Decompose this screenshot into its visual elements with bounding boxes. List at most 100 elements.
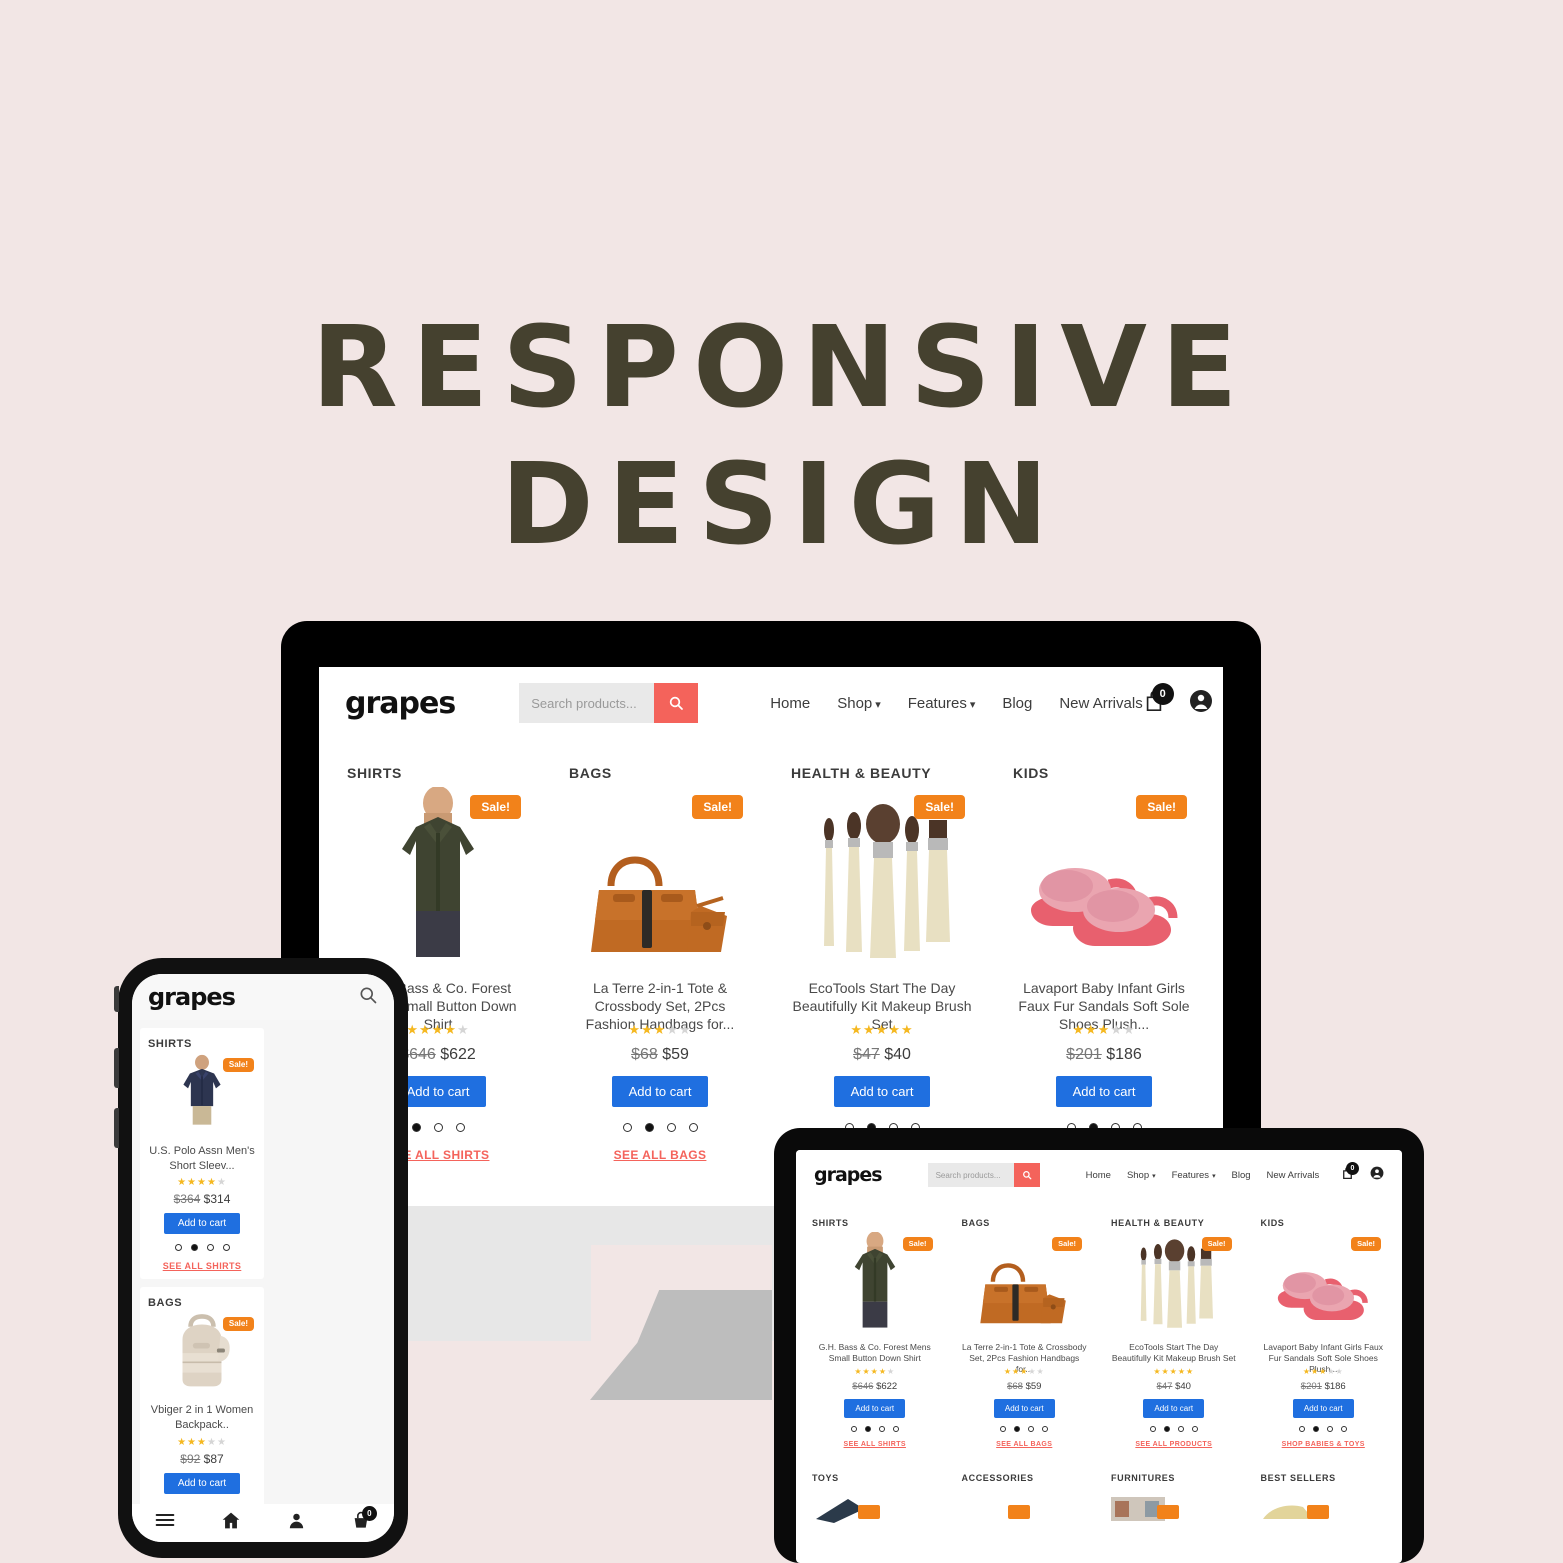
carousel-dots[interactable] [1299, 1426, 1348, 1432]
carousel-dot[interactable] [1149, 1426, 1156, 1432]
nav-item-features[interactable]: Features ▾ [908, 695, 976, 712]
product-card[interactable]: KIDS Sale! Lavaport Baby Infant Girls Fa… [1252, 1208, 1394, 1455]
category-card[interactable]: BEST SELLERS [1252, 1463, 1394, 1533]
brand-logo[interactable]: grapes [345, 686, 456, 721]
carousel-dots[interactable] [1000, 1426, 1049, 1432]
shopping-bag-icon[interactable]: 0 [1143, 682, 1174, 718]
phone-mute-button[interactable] [114, 986, 119, 1012]
carousel-dot[interactable] [222, 1244, 230, 1252]
nav-item-shop[interactable]: Shop ▾ [1127, 1170, 1156, 1181]
add-to-cart-button[interactable]: Add to cart [1292, 1399, 1354, 1418]
carousel-dot[interactable] [1177, 1426, 1184, 1432]
carousel-dot[interactable] [878, 1426, 885, 1432]
carousel-dot[interactable] [1042, 1426, 1049, 1432]
carousel-dot[interactable] [174, 1244, 182, 1252]
carousel-dot[interactable] [622, 1123, 632, 1132]
user-account-icon[interactable] [1370, 1166, 1384, 1185]
carousel-dot[interactable] [190, 1244, 198, 1252]
category-card[interactable]: TOYS [804, 1463, 946, 1533]
carousel-dot[interactable] [850, 1426, 857, 1432]
product-card[interactable]: BAGS Sale! La Terre 2-in-1 Tote & Crossb… [555, 749, 765, 1172]
search-input[interactable]: Search products... [927, 1163, 1014, 1187]
search-icon[interactable] [654, 683, 699, 723]
product-card[interactable]: KIDS Sale! Lavaport Baby Infant Girls Fa… [999, 749, 1209, 1172]
product-image: Sale! [1013, 787, 1195, 972]
category-card[interactable]: ACCESSORIES [953, 1463, 1095, 1533]
carousel-dot[interactable] [433, 1123, 443, 1132]
category-label: HEALTH & BEAUTY [791, 765, 932, 781]
add-to-cart-button[interactable]: Add to cart [844, 1399, 906, 1418]
add-to-cart-button[interactable]: Add to cart [993, 1399, 1055, 1418]
phone-volume-down-button[interactable] [114, 1108, 119, 1148]
chevron-down-icon: ▾ [1152, 1172, 1156, 1180]
user-icon[interactable] [288, 1511, 305, 1536]
nav-item-new-arrivals[interactable]: New Arrivals [1267, 1170, 1320, 1181]
see-all-link[interactable]: SEE ALL SHIRTS [163, 1261, 242, 1271]
carousel-dots[interactable] [411, 1123, 465, 1132]
carousel-dot[interactable] [1028, 1426, 1035, 1432]
cart-icon[interactable]: 0 [351, 1505, 377, 1536]
brand-logo[interactable]: grapes [814, 1164, 883, 1186]
search-bar[interactable]: Search products... [519, 683, 699, 723]
carousel-dots[interactable] [622, 1123, 698, 1132]
see-all-link[interactable]: SEE ALL BAGS [614, 1148, 707, 1162]
carousel-dot[interactable] [1163, 1426, 1170, 1432]
new-price: $622 [876, 1381, 898, 1392]
product-card[interactable]: BAGS Sale! Vbiger 2 in 1 Women Backpack.… [140, 1287, 264, 1539]
home-icon[interactable] [221, 1511, 241, 1536]
phone-volume-up-button[interactable] [114, 1048, 119, 1088]
carousel-dots[interactable] [174, 1244, 230, 1252]
add-to-cart-button[interactable]: Add to cart [1055, 1076, 1153, 1107]
carousel-dots[interactable] [1149, 1426, 1198, 1432]
carousel-dot[interactable] [1341, 1426, 1348, 1432]
old-price: $68 [1007, 1381, 1023, 1392]
product-card[interactable]: HEALTH & BEAUTY Sale! EcoTools Start The… [1103, 1208, 1245, 1455]
nav-item-home[interactable]: Home [770, 695, 810, 712]
nav-item-shop[interactable]: Shop ▾ [837, 695, 880, 712]
product-card[interactable]: BAGS Sale! La Terre 2-in-1 Tote & Crossb… [953, 1208, 1095, 1455]
carousel-dot[interactable] [644, 1123, 654, 1132]
see-all-link[interactable]: SEE ALL BAGS [996, 1441, 1052, 1448]
add-to-cart-button[interactable]: Add to cart [163, 1472, 241, 1494]
product-card[interactable]: HEALTH & BEAUTY Sale! EcoTools Start The… [777, 749, 987, 1172]
nav-item-blog[interactable]: Blog [1232, 1170, 1251, 1181]
carousel-dot[interactable] [455, 1123, 465, 1132]
chevron-down-icon: ▾ [875, 698, 881, 711]
carousel-dot[interactable] [411, 1123, 421, 1132]
product-image: Sale! [569, 787, 751, 972]
nav-item-features[interactable]: Features ▾ [1172, 1170, 1216, 1181]
carousel-dot[interactable] [864, 1426, 871, 1432]
product-card[interactable]: SHIRTS Sale! G.H. Bass & Co. Forest Mens… [804, 1208, 946, 1455]
search-bar[interactable]: Search products... [927, 1163, 1040, 1187]
search-input[interactable]: Search products... [519, 683, 655, 723]
see-all-link[interactable]: SEE ALL PRODUCTS [1135, 1441, 1212, 1448]
see-all-link[interactable]: SEE ALL SHIRTS [844, 1441, 906, 1448]
carousel-dot[interactable] [206, 1244, 214, 1252]
add-to-cart-button[interactable]: Add to cart [611, 1076, 709, 1107]
carousel-dot[interactable] [1000, 1426, 1007, 1432]
user-account-icon[interactable] [1189, 689, 1213, 718]
nav-item-home[interactable]: Home [1086, 1170, 1111, 1181]
shopping-bag-icon[interactable]: 0 [1341, 1161, 1359, 1185]
carousel-dot[interactable] [1327, 1426, 1334, 1432]
product-card[interactable]: SHIRTS Sale! U.S. Polo Assn Men's Short … [140, 1028, 264, 1280]
menu-icon[interactable] [155, 1512, 175, 1534]
add-to-cart-button[interactable]: Add to cart [163, 1213, 241, 1235]
carousel-dot[interactable] [1299, 1426, 1306, 1432]
add-to-cart-button[interactable]: Add to cart [1143, 1399, 1205, 1418]
brand-logo[interactable]: grapes [148, 983, 236, 1011]
carousel-dots[interactable] [850, 1426, 899, 1432]
category-card[interactable]: FURNITURES [1103, 1463, 1245, 1533]
see-all-link[interactable]: SHOP BABIES & TOYS [1282, 1441, 1365, 1448]
add-to-cart-button[interactable]: Add to cart [833, 1076, 931, 1107]
search-icon[interactable] [358, 985, 378, 1010]
carousel-dot[interactable] [666, 1123, 676, 1132]
carousel-dot[interactable] [688, 1123, 698, 1132]
search-icon[interactable] [1013, 1163, 1040, 1187]
carousel-dot[interactable] [1313, 1426, 1320, 1432]
carousel-dot[interactable] [1014, 1426, 1021, 1432]
nav-item-new-arrivals[interactable]: New Arrivals [1059, 695, 1142, 712]
nav-item-blog[interactable]: Blog [1002, 695, 1032, 712]
carousel-dot[interactable] [892, 1426, 899, 1432]
carousel-dot[interactable] [1191, 1426, 1198, 1432]
